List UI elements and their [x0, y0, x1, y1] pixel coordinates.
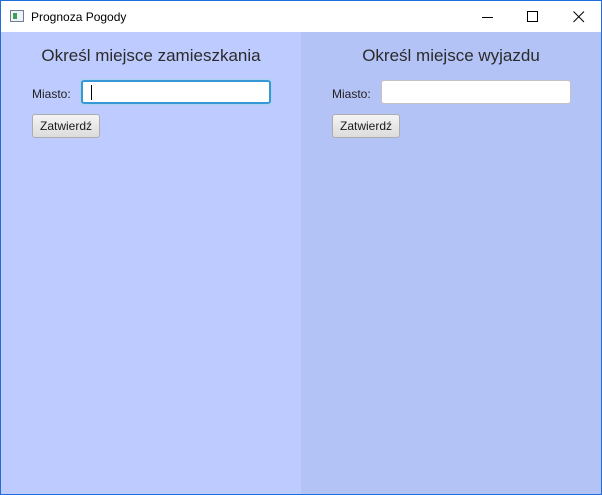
app-window-icon[interactable] — [10, 10, 24, 22]
content-area: Określ miejsce zamieszkania Miasto: Zatw… — [1, 32, 601, 494]
departure-location-heading: Określ miejsce wyjazdu — [362, 46, 540, 65]
home-city-label: Miasto: — [32, 87, 71, 101]
maximize-button[interactable] — [510, 1, 556, 32]
close-button[interactable] — [556, 1, 601, 32]
departure-city-label: Miasto: — [332, 87, 371, 101]
home-city-input[interactable] — [81, 80, 271, 104]
departure-submit-button[interactable]: Zatwierdź — [332, 114, 400, 138]
window-title: Prognoza Pogody — [31, 10, 127, 24]
text-caret — [91, 85, 92, 100]
departure-location-panel: Określ miejsce wyjazdu Miasto: Zatwierdź — [301, 32, 601, 494]
home-submit-button[interactable]: Zatwierdź — [32, 114, 100, 138]
home-location-heading: Określ miejsce zamieszkania — [41, 46, 261, 65]
maximize-icon — [527, 11, 538, 22]
minimize-button[interactable] — [465, 1, 511, 32]
app-window: Prognoza Pogody Określ miejsce zamieszka… — [0, 0, 602, 495]
minimize-icon — [482, 17, 493, 18]
title-bar[interactable]: Prognoza Pogody — [1, 1, 601, 32]
close-icon — [573, 11, 585, 23]
departure-city-input[interactable] — [381, 80, 571, 104]
home-location-panel: Określ miejsce zamieszkania Miasto: Zatw… — [1, 32, 301, 494]
